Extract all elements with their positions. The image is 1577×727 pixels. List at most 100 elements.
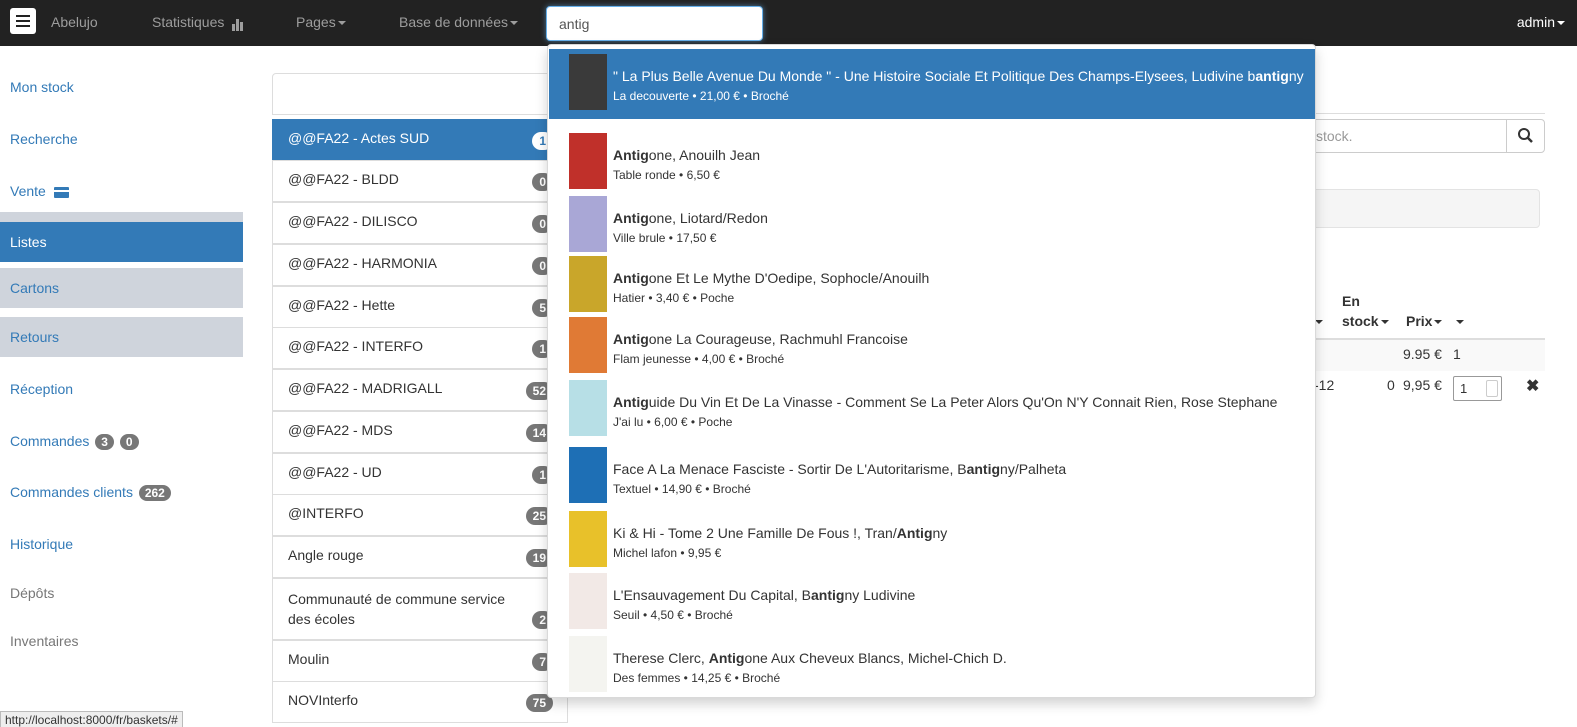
list-name: @@FA22 - Actes SUD [288, 130, 430, 146]
column-sort-caret[interactable] [1454, 313, 1464, 329]
nav-database-dropdown[interactable]: Base de données [399, 14, 518, 30]
caret-down-icon [337, 21, 346, 26]
list-item[interactable]: @@FA22 - Hette 5 [272, 286, 568, 328]
autocomplete-item[interactable]: L'Ensauvagement Du Capital, Bantigny Lud… [549, 568, 1315, 633]
list-name: @@FA22 - DILISCO [288, 213, 418, 229]
top-navbar: Abelujo Statistiques Pages Base de donné… [0, 0, 1577, 46]
autocomplete-item[interactable]: Antigone, Liotard/Redon Ville brule • 17,… [549, 191, 1315, 256]
row-date: -12 [1314, 377, 1335, 393]
autocomplete-item[interactable]: " La Plus Belle Avenue Du Monde " - Une … [549, 49, 1315, 119]
autocomplete-item[interactable]: Antigone La Courageuse, Rachmuhl Francoi… [549, 312, 1315, 377]
book-cover-thumbnail [569, 317, 607, 373]
autocomplete-item[interactable]: Face A La Menace Fasciste - Sortir De L'… [549, 442, 1315, 507]
column-header-prix-label: Prix [1406, 313, 1433, 329]
sidebar-item-commandes[interactable]: Commandes 3 0 [0, 421, 243, 461]
list-name: @@FA22 - BLDD [288, 171, 399, 187]
book-cover-thumbnail [569, 447, 607, 503]
sidebar-item-retours[interactable]: Retours [0, 317, 243, 357]
nav-database-label: Base de données [399, 14, 508, 30]
list-item[interactable]: @@FA22 - UD 1 [272, 453, 568, 495]
autocomplete-item[interactable]: Ki & Hi - Tome 2 Une Famille De Fous !, … [549, 506, 1315, 571]
orders-count-badge: 3 [95, 434, 114, 451]
title-text: one Aux Cheveux Blancs, Michel-Chich D. [744, 650, 1007, 666]
list-name: Communauté de commune service des écoles [288, 591, 506, 627]
list-name: @@FA22 - MDS [288, 422, 393, 438]
user-name: admin [1516, 14, 1555, 30]
sidebar-toggle-button[interactable] [10, 8, 36, 34]
caret-down-icon [1557, 21, 1565, 26]
book-cover-thumbnail [569, 573, 607, 629]
book-cover-thumbnail [569, 636, 607, 692]
list-name: Moulin [288, 651, 330, 667]
remove-icon[interactable]: ✖ [1526, 376, 1539, 396]
title-text: ny Ludivine [844, 587, 916, 603]
autocomplete-title: Antigone, Liotard/Redon [613, 210, 768, 226]
column-header-stock[interactable]: stock [1342, 313, 1389, 329]
title-match: antig [966, 461, 1001, 477]
caret-down-icon [1456, 320, 1464, 325]
sidebar-item-reception[interactable]: Réception [0, 369, 243, 409]
autocomplete-details: La decouverte • 21,00 € • Broché [613, 89, 789, 103]
title-text: one, Anouilh Jean [648, 147, 761, 163]
autocomplete-item[interactable]: Antiguide Du Vin Et De La Vinasse - Comm… [549, 375, 1315, 440]
nav-statistics[interactable]: Statistiques [152, 14, 244, 31]
sidebar-item-cartons[interactable]: Cartons [0, 268, 243, 308]
autocomplete-title: L'Ensauvagement Du Capital, Bantigny Lud… [613, 587, 915, 603]
title-match: antig [811, 587, 845, 603]
row-quantity: 1 [1453, 346, 1461, 362]
sidebar-item-mon-stock[interactable]: Mon stock [0, 67, 243, 107]
search-autocomplete-dropdown: " La Plus Belle Avenue Du Monde " - Une … [547, 44, 1316, 698]
stock-search-button[interactable] [1506, 119, 1545, 153]
list-item[interactable]: @@FA22 - HARMONIA 0 [272, 244, 568, 286]
sidebar-item-depots[interactable]: Dépôts [0, 573, 243, 613]
autocomplete-title: Therese Clerc, Antigone Aux Cheveux Blan… [613, 650, 1007, 666]
autocomplete-title: Antiguide Du Vin Et De La Vinasse - Comm… [613, 394, 1277, 410]
list-item[interactable]: @@FA22 - Actes SUD 1 [272, 119, 568, 161]
autocomplete-item[interactable]: Antigone, Anouilh Jean Table ronde • 6,50… [549, 128, 1315, 193]
title-text: Ki & Hi - Tome 2 Une Famille De Fous !, … [613, 525, 897, 541]
global-search-box [546, 6, 763, 41]
column-header-en-stock[interactable]: En [1342, 293, 1360, 309]
caret-down-icon [1434, 320, 1443, 325]
autocomplete-title: Antigone, Anouilh Jean [613, 147, 760, 163]
sidebar-item-inventaires[interactable]: Inventaires [0, 621, 243, 661]
quantity-value: 1 [1460, 381, 1468, 396]
title-text: Therese Clerc, [613, 650, 709, 666]
list-item[interactable]: Angle rouge 19 [272, 536, 568, 578]
list-item[interactable]: @@FA22 - BLDD 0 [272, 160, 568, 202]
title-text: ny [932, 525, 948, 541]
stock-search-input[interactable]: stock. [1300, 119, 1507, 153]
sidebar-item-vente[interactable]: Vente [0, 171, 243, 211]
list-item[interactable]: @@FA22 - MADRIGALL 52 [272, 369, 568, 411]
list-item[interactable]: @INTERFO 25 [272, 494, 568, 536]
column-header-prix[interactable]: Prix [1406, 313, 1443, 329]
sidebar-item-historique[interactable]: Historique [0, 524, 243, 564]
quantity-stepper[interactable]: 1 [1453, 376, 1502, 401]
title-match: Antig [613, 394, 649, 410]
list-item[interactable]: @@FA22 - MDS 14 [272, 411, 568, 453]
list-item[interactable]: Communauté de commune service des écoles… [272, 578, 568, 640]
autocomplete-item[interactable]: Antigone Et Le Mythe D'Oedipe, Sophocle/… [549, 251, 1315, 316]
user-menu-dropdown[interactable]: admin [1517, 14, 1565, 30]
nav-pages-label: Pages [296, 14, 336, 30]
sidebar-item-listes[interactable]: Listes [0, 222, 243, 262]
orders-pending-badge: 0 [119, 434, 139, 451]
title-text: Face A La Menace Fasciste - Sortir De L'… [613, 461, 967, 477]
row-price: 9.95 € [1403, 346, 1442, 362]
list-item[interactable]: NOVInterfo 75 [272, 681, 568, 723]
autocomplete-details: Seuil • 4,50 € • Broché [613, 608, 733, 622]
book-cover-thumbnail [569, 511, 607, 567]
autocomplete-item[interactable]: Therese Clerc, Antigone Aux Cheveux Blan… [549, 631, 1315, 696]
book-cover-thumbnail [569, 54, 607, 110]
autocomplete-title: Antigone Et Le Mythe D'Oedipe, Sophocle/… [613, 270, 929, 286]
list-item[interactable]: Moulin 7 [272, 640, 568, 682]
global-search-input[interactable] [547, 7, 762, 40]
list-item[interactable]: @@FA22 - DILISCO 0 [272, 202, 568, 244]
sidebar-item-recherche[interactable]: Recherche [0, 119, 243, 159]
nav-pages-dropdown[interactable]: Pages [296, 14, 346, 30]
spinner-arrows-icon[interactable] [1486, 380, 1498, 397]
bar-chart-icon [232, 15, 244, 31]
brand-link[interactable]: Abelujo [51, 14, 98, 30]
sidebar-item-commandes-clients[interactable]: Commandes clients 262 [0, 472, 243, 512]
list-item[interactable]: @@FA22 - INTERFO 1 [272, 327, 568, 369]
